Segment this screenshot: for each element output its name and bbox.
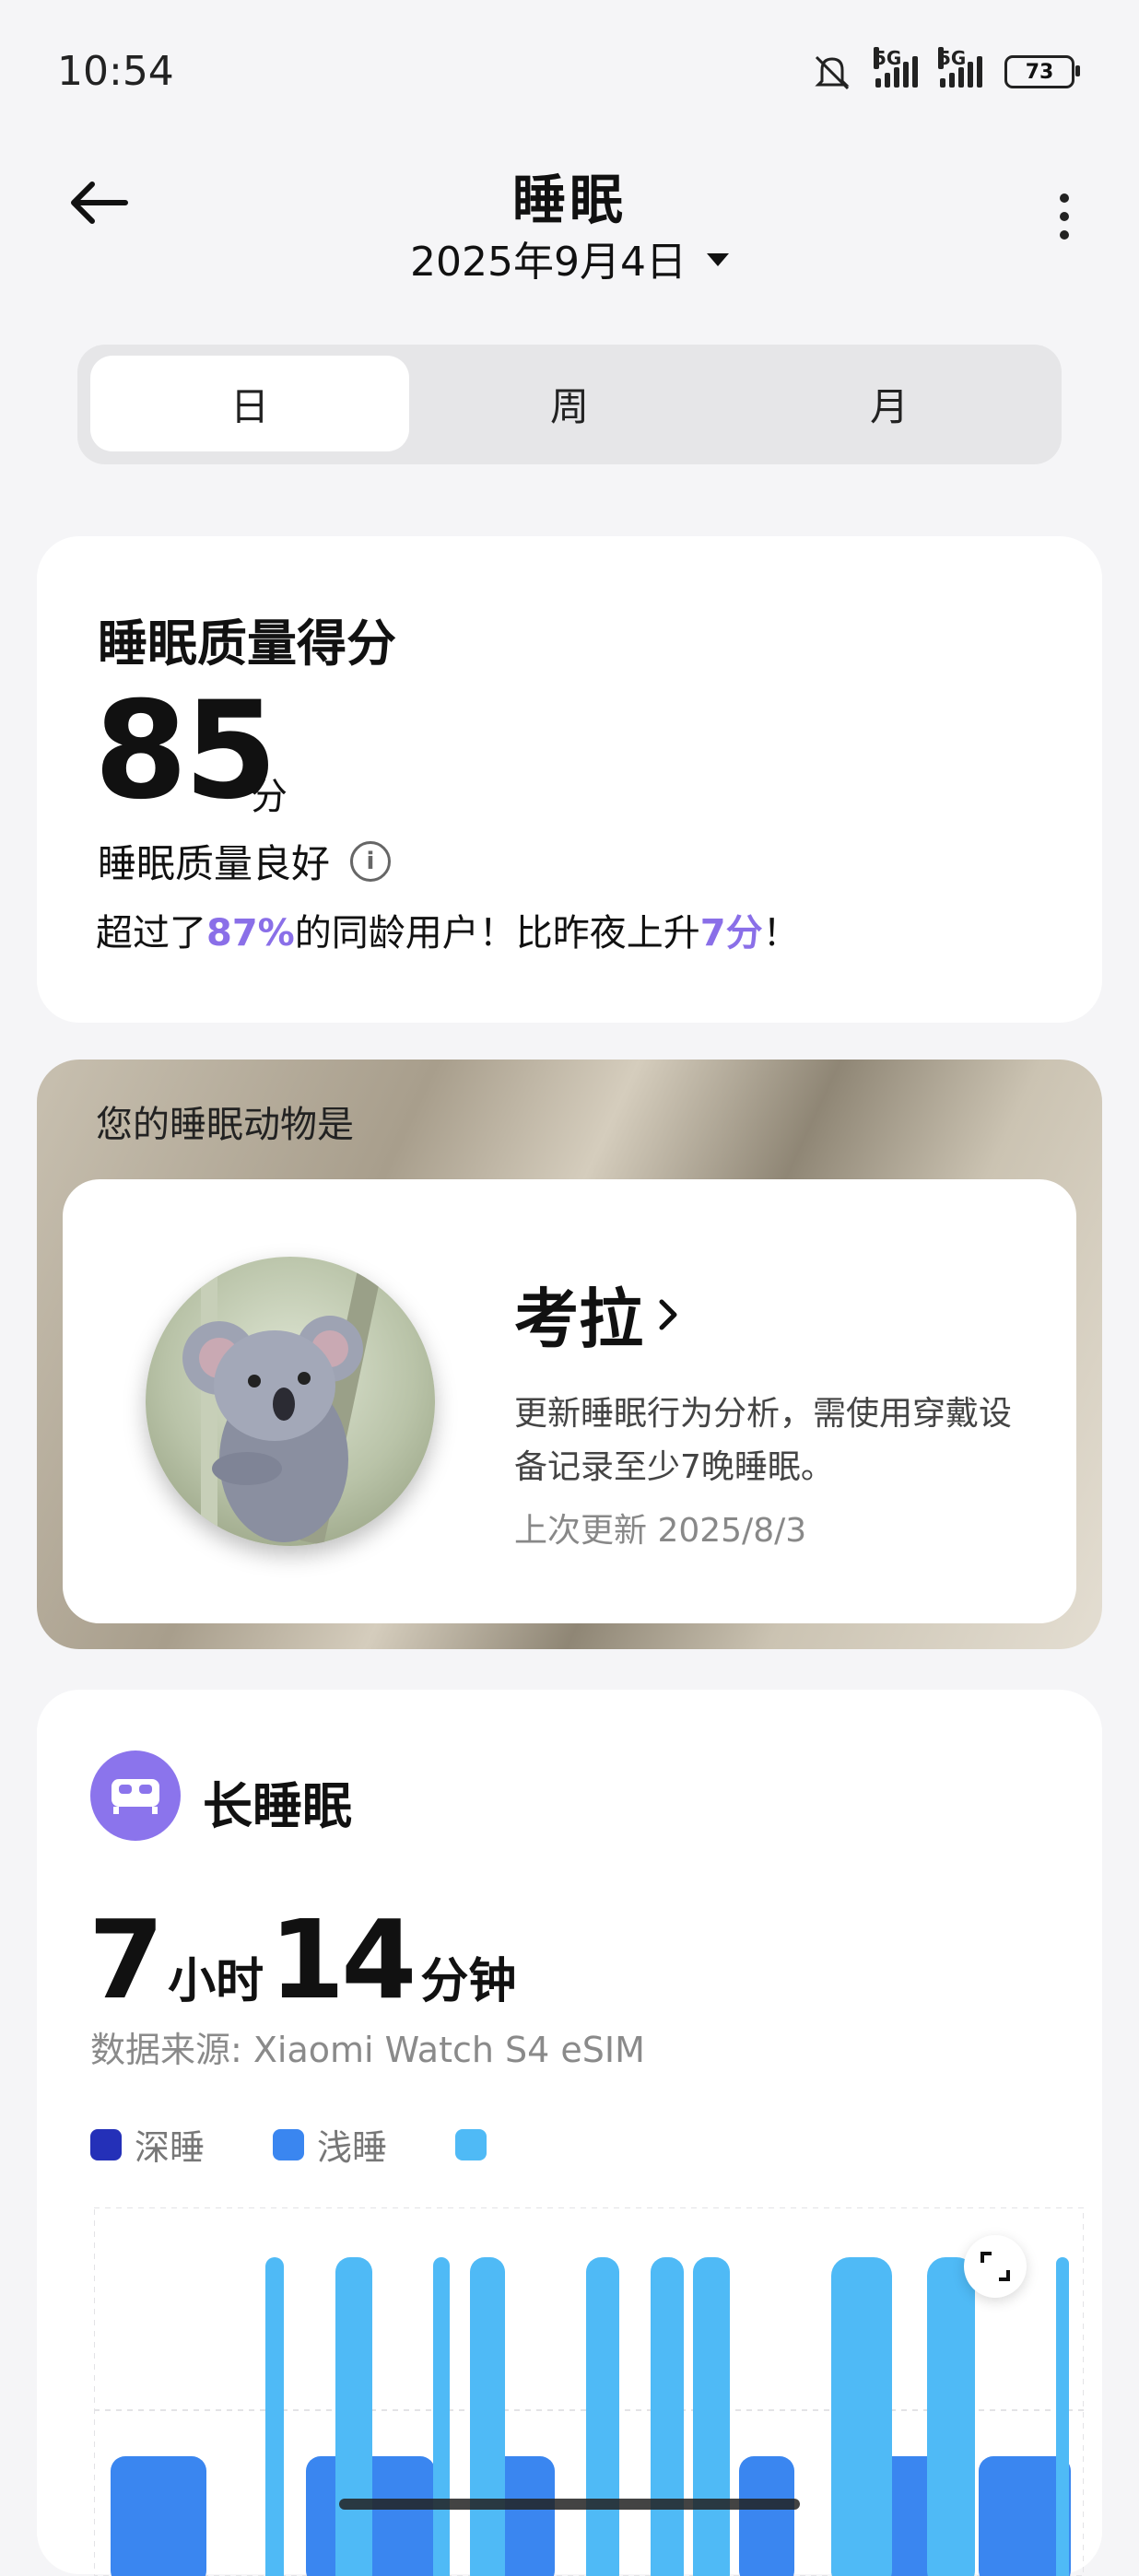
duration-hours-unit: 小时	[168, 1954, 264, 2009]
animal-description: 更新睡眠行为分析，需使用穿戴设备记录至少7晚睡眠。	[514, 1395, 1013, 1486]
legend-item-deep: 深睡	[90, 2119, 205, 2170]
score-compare: 超过了87%的同龄用户！比昨夜上升7分！	[96, 903, 800, 956]
animal-name-link[interactable]: 考拉	[514, 1268, 680, 1361]
compare-prefix: 超过了	[96, 912, 206, 954]
koala-illustration	[182, 1257, 384, 1546]
legend-item-rem	[455, 2128, 499, 2160]
long-sleep-card: 长睡眠 7 小时 14 分钟 数据来源: Xiaomi Watch S4 eSI…	[37, 1690, 1102, 2576]
battery-icon: 73	[1004, 55, 1080, 88]
tab-month[interactable]: 月	[730, 356, 1049, 451]
duration-hours: 7	[88, 1896, 164, 2023]
duration-minutes: 14	[269, 1896, 417, 2023]
koala-avatar	[146, 1257, 435, 1546]
sleep-title: 长睡眠	[203, 1777, 352, 1835]
chart-bar	[335, 2257, 372, 2576]
compare-suffix: ！	[762, 912, 800, 954]
sleep-score-card: 睡眠质量得分 85 分 睡眠质量良好 i 超过了87%的同龄用户！比昨夜上升7分…	[37, 536, 1102, 1023]
data-source: 数据来源: Xiaomi Watch S4 eSIM	[90, 2030, 645, 2070]
expand-icon[interactable]	[964, 2235, 1027, 2298]
animal-panel[interactable]: 考拉 更新睡眠行为分析，需使用穿戴设备记录至少7晚睡眠。 上次更新 2025/8…	[63, 1179, 1076, 1623]
chart-bar	[831, 2257, 892, 2576]
page-title: 睡眠	[511, 169, 627, 231]
chart-bar	[651, 2257, 684, 2576]
caret-down-icon	[706, 253, 729, 266]
animal-name: 考拉	[514, 1282, 643, 1357]
chart-bar	[111, 2456, 206, 2576]
chart-bar	[739, 2456, 794, 2576]
chart-bar	[470, 2257, 505, 2576]
sleep-animal-card[interactable]: 您的睡眠动物是 考拉 更新睡眠行为分析，需使用穿戴设备记录至少7晚睡眠。 上次更…	[37, 1060, 1102, 1649]
tab-week[interactable]: 周	[410, 356, 729, 451]
period-tabs: 日 周 月	[77, 345, 1062, 464]
date-picker[interactable]: 2025年9月4日	[0, 228, 1139, 287]
chart-bar	[1056, 2257, 1069, 2576]
compare-percent: 87%	[206, 912, 295, 954]
sleep-stage-chart	[94, 2207, 1084, 2576]
mute-bell-icon	[815, 55, 850, 90]
chart-bar	[927, 2257, 975, 2576]
legend-item-light: 浅睡	[273, 2119, 387, 2170]
chart-bar	[433, 2257, 450, 2576]
tab-day[interactable]: 日	[90, 356, 409, 451]
bed-icon	[90, 1751, 181, 1841]
score-status: 睡眠质量良好 i	[98, 833, 392, 889]
score-status-text: 睡眠质量良好	[98, 841, 331, 886]
home-indicator[interactable]	[339, 2499, 800, 2510]
chart-bar	[265, 2257, 284, 2576]
score-label: 睡眠质量得分	[98, 615, 396, 673]
duration-minutes-unit: 分钟	[420, 1954, 517, 2009]
chart-bar	[693, 2257, 730, 2576]
signal-1-icon: 5G	[874, 47, 918, 88]
signal-2-icon: 5G	[938, 47, 982, 88]
compare-increase: 7分	[699, 912, 763, 954]
sleep-duration: 7 小时 14 分钟	[88, 1896, 522, 2023]
chart-bar	[586, 2257, 619, 2576]
date-label: 2025年9月4日	[410, 239, 687, 286]
status-time: 10:54	[57, 48, 174, 95]
info-icon[interactable]: i	[350, 840, 392, 882]
sleep-legend: 深睡 浅睡	[90, 2119, 557, 2170]
score-unit: 分	[251, 776, 288, 818]
compare-mid: 的同龄用户！比昨夜上升	[294, 912, 700, 954]
chevron-right-icon	[659, 1299, 677, 1329]
score-value: 85	[94, 673, 277, 829]
animal-updated: 上次更新 2025/8/3	[514, 1512, 807, 1550]
more-vertical-icon[interactable]	[1060, 193, 1069, 240]
status-icons: 5G 5G 73	[811, 47, 1080, 90]
animal-heading: 您的睡眠动物是	[96, 1104, 354, 1146]
